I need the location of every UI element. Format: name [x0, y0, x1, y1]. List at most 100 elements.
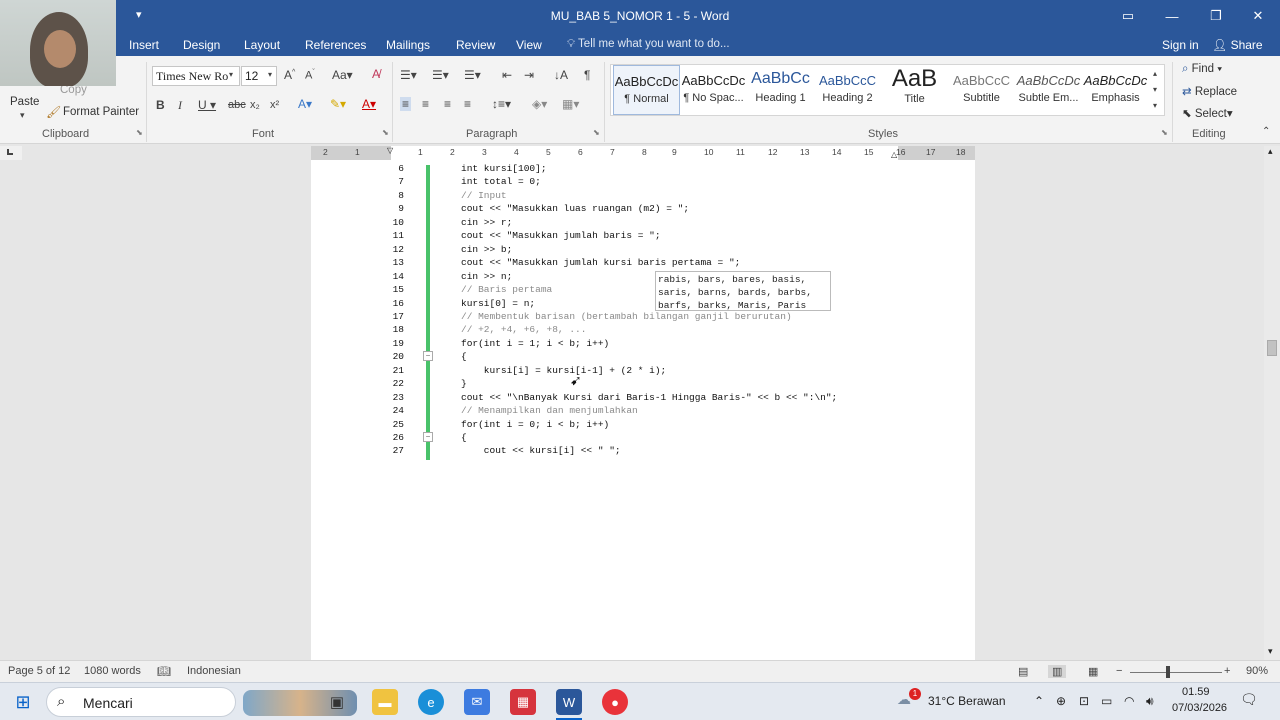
decrease-indent-icon[interactable]: ⇤ — [502, 68, 512, 82]
change-case-icon[interactable]: Aa▾ — [332, 68, 353, 82]
taskbar-search[interactable]: ⌕ Mencari — [46, 687, 357, 717]
font-color-icon[interactable]: A▾ — [362, 97, 376, 111]
code-line[interactable]: cout << "\nBanyak Kursi dari Baris-1 Hin… — [461, 392, 837, 403]
clock-time[interactable]: 01.59 — [1182, 686, 1210, 698]
suggestion-line[interactable]: saris, barns, bards, barbs, — [658, 286, 828, 299]
wifi-icon[interactable]: ◠ — [1124, 694, 1134, 708]
restore-button[interactable]: ❐ — [1194, 0, 1238, 32]
zoom-in-icon[interactable]: + — [1224, 665, 1230, 677]
code-line[interactable]: int total = 0; — [461, 176, 541, 187]
suggestion-line[interactable]: barfs, barks, Maris, Paris — [658, 299, 828, 312]
sign-in-link[interactable]: Sign in — [1162, 38, 1199, 52]
scroll-down-icon[interactable]: ▾ — [1268, 646, 1273, 657]
outlook-icon[interactable]: ✉ — [464, 689, 490, 715]
share-button[interactable]: 👤︎ Share — [1212, 38, 1263, 52]
code-line[interactable]: cin >> r; — [461, 217, 512, 228]
strikethrough-icon[interactable]: abc — [228, 99, 246, 111]
collapse-icon[interactable]: − — [423, 432, 433, 442]
code-comment-line[interactable]: // Input — [461, 190, 507, 201]
code-line[interactable]: cout << "Masukkan jumlah kursi baris per… — [461, 257, 740, 268]
volume-icon[interactable]: 🔊︎ — [1146, 694, 1154, 709]
language-indicator[interactable]: Indonesian — [187, 665, 241, 677]
style-no-spacing[interactable]: AaBbCcDc ¶ No Spac... — [680, 65, 747, 115]
tab-view[interactable]: View — [516, 38, 542, 52]
clear-formatting-icon[interactable]: A̸ — [372, 67, 380, 81]
weather-text[interactable]: 31°C Berawan — [928, 694, 1006, 708]
code-line[interactable]: for(int i = 0; i < b; i++) — [461, 419, 609, 430]
zoom-level[interactable]: 90% — [1246, 665, 1268, 677]
tab-review[interactable]: Review — [456, 38, 495, 52]
code-line[interactable]: cin >> b; — [461, 244, 512, 255]
tab-design[interactable]: Design — [183, 38, 220, 52]
shading-icon[interactable]: ◈▾ — [532, 97, 547, 111]
replace-button[interactable]: ⇄ Replace — [1182, 84, 1237, 98]
code-line[interactable]: int kursi[100]; — [461, 163, 547, 174]
page-count[interactable]: Page 5 of 12 — [8, 665, 70, 677]
ribbon-display-options-icon[interactable]: ▭ — [1106, 0, 1150, 32]
shrink-font-icon[interactable]: Aˇ — [305, 69, 315, 82]
code-comment-line[interactable]: // Menampilkan dan menjumlahkan — [461, 405, 638, 416]
style-normal[interactable]: AaBbCcDc ¶ Normal — [613, 65, 680, 115]
zoom-slider[interactable] — [1130, 672, 1222, 673]
numbering-icon[interactable]: ☰▾ — [432, 68, 449, 82]
notification-center-icon[interactable]: 🗨︎ — [1240, 691, 1258, 708]
text-effects-icon[interactable]: A▾ — [298, 97, 312, 111]
bullets-icon[interactable]: ☰▾ — [400, 68, 417, 82]
print-layout-icon[interactable]: ▥ — [1048, 665, 1067, 678]
code-line[interactable]: { — [461, 351, 467, 362]
styles-launcher-icon[interactable]: ⬊ — [1161, 128, 1168, 137]
gallery-scroll-up-icon[interactable]: ▴ — [1153, 69, 1157, 78]
web-layout-icon[interactable]: ▦ — [1088, 665, 1098, 678]
code-comment-line[interactable]: // +2, +4, +6, +8, ... — [461, 324, 586, 335]
vertical-scrollbar[interactable]: ▴ ▾ — [1264, 146, 1280, 660]
font-name-combo[interactable]: Times New Ro — [152, 66, 240, 86]
style-emphasis[interactable]: AaBbCcDc Emphasis — [1082, 65, 1149, 115]
gallery-more-icon[interactable]: ▾ — [1153, 101, 1157, 110]
code-line[interactable]: cin >> n; — [461, 271, 512, 282]
style-heading-1[interactable]: AaBbCc Heading 1 — [747, 65, 814, 115]
tab-mailings[interactable]: Mailings — [386, 38, 430, 52]
italic-icon[interactable]: I — [178, 98, 182, 113]
paste-button[interactable]: Paste — [10, 96, 39, 108]
code-comment-line[interactable]: // Membentuk barisan (bertambah bilangan… — [461, 311, 792, 322]
sort-icon[interactable]: ↓A — [554, 68, 568, 82]
horizontal-ruler[interactable]: 2 1 1 2 3 4 5 6 7 8 9 10 11 12 13 14 15 … — [311, 146, 975, 160]
font-launcher-icon[interactable]: ⬊ — [382, 128, 389, 137]
task-view-icon[interactable]: ▣ — [324, 689, 350, 715]
tab-layout[interactable]: Layout — [244, 38, 280, 52]
edge-icon[interactable]: e — [418, 689, 444, 715]
code-line[interactable]: cout << kursi[i] << " "; — [461, 445, 621, 456]
display-icon[interactable]: ⊡ — [1079, 694, 1089, 708]
word-count[interactable]: 1080 words — [84, 665, 141, 677]
code-line[interactable]: kursi[0] = n; — [461, 298, 535, 309]
screen-recorder-icon[interactable]: ● — [602, 689, 628, 715]
tell-me-box[interactable]: 💡︎ Tell me what you want to do... — [567, 38, 730, 51]
align-center-icon[interactable]: ≡ — [422, 97, 429, 111]
windows-start-icon[interactable]: ⊞ — [10, 689, 36, 715]
clock-date[interactable]: 07/03/2026 — [1172, 702, 1227, 714]
superscript-icon[interactable]: x² — [270, 99, 279, 111]
code-line[interactable]: kursi[i] = kursi[i-1] + (2 * i); — [461, 365, 666, 376]
align-left-icon[interactable]: ≡ — [400, 97, 412, 111]
code-line[interactable]: } — [461, 378, 467, 389]
tab-references[interactable]: References — [305, 38, 366, 52]
bold-icon[interactable]: B — [156, 98, 165, 112]
minimize-button[interactable]: — — [1150, 0, 1194, 32]
code-line[interactable]: cout << "Masukkan luas ruangan (m2) = "; — [461, 203, 689, 214]
file-explorer-icon[interactable]: ▬ — [372, 689, 398, 715]
find-button[interactable]: ⌕ Find ▾ — [1182, 63, 1222, 76]
highlight-icon[interactable]: ✎▾ — [330, 97, 346, 111]
borders-icon[interactable]: ▦▾ — [562, 97, 579, 111]
justify-icon[interactable]: ≡ — [464, 97, 471, 111]
spelling-suggestions-popup[interactable]: rabis, bars, bares, basis, saris, barns,… — [655, 271, 831, 311]
network-globe-icon[interactable]: ⊕ — [1056, 694, 1066, 708]
tab-insert[interactable]: Insert — [129, 38, 159, 52]
style-title[interactable]: AaB Title — [881, 65, 948, 115]
close-button[interactable]: ✕ — [1236, 0, 1280, 32]
style-heading-2[interactable]: AaBbCcC Heading 2 — [814, 65, 881, 115]
zoom-out-icon[interactable]: − — [1116, 665, 1122, 677]
ruler-tab-selector[interactable] — [0, 146, 22, 160]
style-subtle-emphasis[interactable]: AaBbCcDc Subtle Em... — [1015, 65, 1082, 115]
underline-icon[interactable]: U ▾ — [198, 98, 216, 112]
suggestion-line[interactable]: rabis, bars, bares, basis, — [658, 273, 828, 286]
